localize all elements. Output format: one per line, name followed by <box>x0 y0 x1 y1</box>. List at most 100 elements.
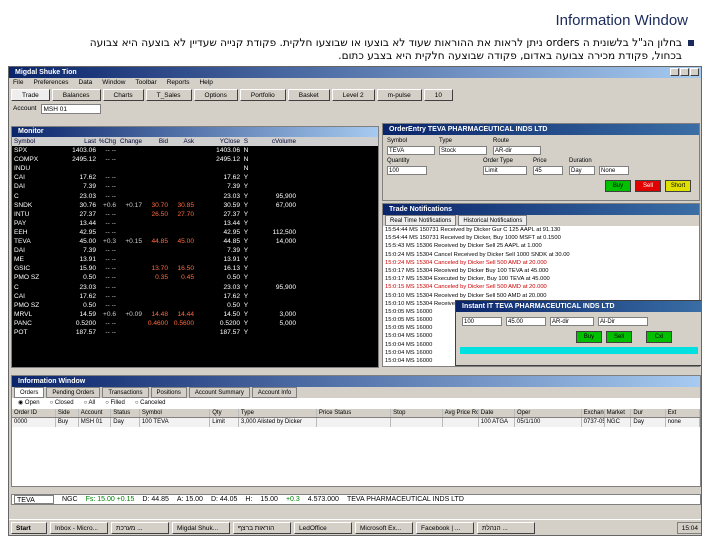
monitor-row[interactable]: INTU 27.37 -- -- 26.50 27.70 27.37 Y <box>12 210 378 219</box>
taskbar-item[interactable]: הנהלת ... <box>477 521 535 534</box>
start-button[interactable]: Start <box>11 521 47 534</box>
short-button[interactable]: Short <box>665 180 691 192</box>
type-select[interactable]: Stock <box>439 146 487 155</box>
radio-filled[interactable]: ○ Filled <box>105 398 125 409</box>
tab-portfolio[interactable]: Portfolio <box>239 89 286 101</box>
monitor-row[interactable]: DAI 7.39 -- -- 7.39 Y <box>12 182 378 191</box>
popup-route-select[interactable]: AR-dir <box>550 317 594 326</box>
orders-col-header[interactable]: Side <box>56 409 79 417</box>
quantity-field[interactable]: 100 <box>387 166 427 175</box>
menu-item-data[interactable]: Data <box>79 78 93 88</box>
orders-col-header[interactable]: Price Status <box>317 409 392 417</box>
monitor-row[interactable]: PAY 13.44 -- -- 13.44 Y <box>12 219 378 228</box>
tab-realtime[interactable]: Real Time Notifications <box>385 215 457 226</box>
menu-item-window[interactable]: Window <box>102 78 125 88</box>
tab-orders[interactable]: Orders <box>14 387 45 398</box>
radio-open[interactable]: ◉ Open <box>18 398 40 409</box>
monitor-col-header[interactable]: YClose <box>194 137 240 146</box>
ticker-symbol-field[interactable]: TEVA <box>14 495 54 504</box>
monitor-row[interactable]: C 23.03 -- -- 23.03 Y 95,900 <box>12 283 378 292</box>
monitor-row[interactable]: PMO SZ 0.50 -- -- 0.35 0.45 0.50 Y <box>12 273 378 282</box>
monitor-row[interactable]: PANC 0.5200 -- -- 0.4600 0.5600 0.5200 Y 5,000 <box>12 319 378 328</box>
monitor-col-header[interactable]: Symbol <box>12 137 56 146</box>
orders-col-header[interactable]: Stop <box>391 409 443 417</box>
orders-col-header[interactable]: Market <box>605 409 632 417</box>
taskbar-item[interactable]: Inbox - Micro... <box>50 521 108 534</box>
menu-item-reports[interactable]: Reports <box>167 78 190 88</box>
orders-table-row[interactable]: 0000 Buy MSH 01 Day 100 TEVA Limit 3,000 Alist… <box>12 418 700 427</box>
monitor-col-header[interactable]: Change <box>116 137 142 146</box>
popup-buy-button[interactable]: Buy <box>576 331 602 343</box>
tab-m-pulse[interactable]: m-pulse <box>376 89 422 101</box>
none-select[interactable]: None <box>599 166 629 175</box>
tab-positions[interactable]: Positions <box>150 387 187 398</box>
tab-account-info[interactable]: Account Info <box>251 387 298 398</box>
tab-t-sales[interactable]: T_Sales <box>145 89 192 101</box>
monitor-row[interactable]: DAI 7.39 -- -- 7.39 Y <box>12 246 378 255</box>
monitor-row[interactable]: GSIC 15.90 -- -- 13.70 16.50 16.13 Y <box>12 264 378 273</box>
menu-item-help[interactable]: Help <box>199 78 212 88</box>
popup-price-field[interactable]: 45.00 <box>506 317 546 326</box>
orders-col-header[interactable]: Ext <box>666 409 700 417</box>
popup-sell-button[interactable]: Sell <box>606 331 632 343</box>
account-select[interactable]: MSH 01 <box>40 103 101 114</box>
orders-col-header[interactable]: Date <box>479 409 516 417</box>
tab-level-2[interactable]: Level 2 <box>331 89 375 101</box>
monitor-col-header[interactable]: Ask <box>168 137 195 146</box>
price-field[interactable]: 45 <box>533 166 563 175</box>
tab-account-summary[interactable]: Account Summary <box>188 387 250 398</box>
monitor-row[interactable]: TEVA 45.00 +0.3 +0.15 44.85 45.00 44.85 Y 14,000 <box>12 237 378 246</box>
tab-basket[interactable]: Basket <box>287 89 330 101</box>
monitor-col-header[interactable]: Bid <box>142 137 168 146</box>
menu-item-file[interactable]: File <box>13 78 23 88</box>
popup-route2-select[interactable]: Al-Dir <box>598 317 648 326</box>
taskbar-item[interactable]: Facebook | ... <box>416 521 474 534</box>
tab-trade[interactable]: Trade <box>11 89 50 101</box>
sell-button[interactable]: Sell <box>635 180 661 192</box>
monitor-col-header[interactable]: %Chg <box>96 137 116 146</box>
buy-button[interactable]: Buy <box>605 180 631 192</box>
close-icon[interactable] <box>690 68 699 76</box>
popup-qty-field[interactable]: 100 <box>462 317 502 326</box>
monitor-row[interactable]: POT 187.57 -- -- 187.57 Y <box>12 328 378 337</box>
orders-col-header[interactable]: Type <box>239 409 317 417</box>
menu-item-preferences[interactable]: Preferences <box>33 78 68 88</box>
orders-col-header[interactable]: Exchange Order ID <box>582 409 605 417</box>
monitor-row[interactable]: C 23.03 -- -- 23.03 Y 95,900 <box>12 192 378 201</box>
route-select[interactable]: AR-dir <box>493 146 541 155</box>
maximize-icon[interactable] <box>680 68 689 76</box>
monitor-row[interactable]: CAI 17.62 -- -- 17.62 Y <box>12 173 378 182</box>
orders-col-header[interactable]: Order ID <box>12 409 56 417</box>
tab-historical[interactable]: Historical Notifications <box>458 215 528 226</box>
monitor-row[interactable]: SNDK 30.76 +0.6 +0.17 30.70 30.85 30.59 Y 67,000 <box>12 201 378 210</box>
radio-all[interactable]: ○ All <box>84 398 96 409</box>
orders-col-header[interactable]: Avg Price Routed <box>443 409 479 417</box>
monitor-col-header[interactable]: S <box>240 137 252 146</box>
monitor-row[interactable]: CAI 17.62 -- -- 17.62 Y <box>12 292 378 301</box>
radio-canceled[interactable]: ○ Canceled <box>135 398 166 409</box>
monitor-row[interactable]: ME 13.91 -- -- 13.91 Y <box>12 255 378 264</box>
monitor-row[interactable]: PMO SZ 0.50 -- -- 0.50 Y <box>12 301 378 310</box>
tab-pending-orders[interactable]: Pending Orders <box>46 387 101 398</box>
tab-balances[interactable]: Balances <box>51 89 101 101</box>
tab-charts[interactable]: Charts <box>102 89 144 101</box>
taskbar-item[interactable]: מערכת ... <box>111 521 169 534</box>
taskbar-item[interactable]: Migdal Shuk... <box>172 521 230 534</box>
monitor-row[interactable]: SPX 1403.06 -- -- 1403.06 N <box>12 146 378 155</box>
duration-select[interactable]: Day <box>569 166 595 175</box>
minimize-icon[interactable] <box>670 68 679 76</box>
radio-closed[interactable]: ○ Closed <box>50 398 74 409</box>
monitor-row[interactable]: COMPX 2495.12 -- -- 2495.12 N <box>12 155 378 164</box>
taskbar-item[interactable]: LedOffice <box>294 521 352 534</box>
taskbar-item[interactable]: Microsoft Ex... <box>355 521 413 534</box>
menu-item-toolbar[interactable]: Toolbar <box>135 78 156 88</box>
taskbar-item[interactable]: הוראות ברצף <box>233 521 291 534</box>
orders-col-header[interactable]: Symbol <box>140 409 211 417</box>
order-type-select[interactable]: Limit <box>483 166 527 175</box>
orders-col-header[interactable]: Qty <box>210 409 239 417</box>
monitor-col-header[interactable]: cVolume <box>252 137 296 146</box>
orders-col-header[interactable]: Account <box>79 409 112 417</box>
orders-col-header[interactable]: Status <box>111 409 140 417</box>
monitor-row[interactable]: INDU N <box>12 164 378 173</box>
tab-10[interactable]: 10 <box>423 89 453 101</box>
